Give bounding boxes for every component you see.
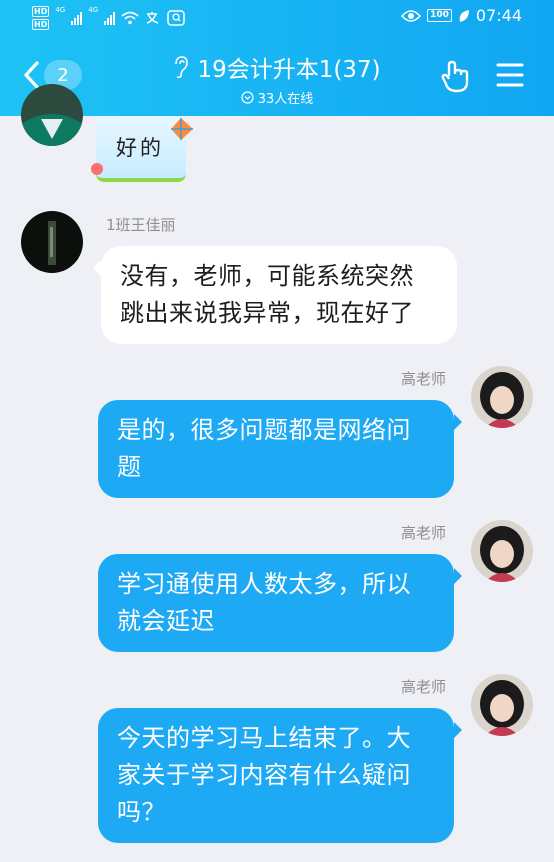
avatar-image [21, 211, 83, 273]
signal-label-2: 4G [88, 6, 99, 14]
message-line: 家关于学习内容有什么疑问 [117, 761, 411, 789]
status-bar: HD HD 4G 4G 100 07:44 [0, 0, 554, 36]
qq-notification-icon [167, 10, 185, 26]
avatar-gao-laoshi[interactable] [471, 520, 533, 582]
eye-icon [401, 9, 422, 22]
online-count: 33人在线 [257, 92, 314, 107]
hd-stack: HD HD [32, 6, 50, 30]
flower-icon [91, 163, 103, 175]
sticker-text: 好的 [116, 136, 164, 160]
chat-title-row: 19会计升本1(37) [173, 50, 381, 84]
message-bubble-incoming[interactable]: 没有，老师，可能系统突然 跳出来说我异常，现在好了 [93, 246, 457, 344]
message-line: 跳出来说我异常，现在好了 [120, 299, 414, 327]
chevron-down-circle-icon [241, 91, 254, 104]
hd-badge: HD [32, 6, 50, 17]
avatar-sticker-sender[interactable] [21, 84, 83, 146]
ear-icon [175, 56, 189, 79]
message-line: 是的，很多问题都是网络问 [117, 416, 411, 444]
hand-gesture-icon[interactable] [440, 60, 474, 94]
sender-name: 高老师 [400, 370, 446, 388]
message-line: 题 [117, 453, 142, 481]
avatar-1ban-wangjiali[interactable] [21, 211, 83, 273]
battery-icon: 100 [427, 9, 452, 22]
leaf-icon [459, 9, 469, 22]
avatar-image [471, 366, 533, 428]
signal-icon [71, 11, 83, 25]
wifi-icon [121, 11, 139, 25]
message-line: 吗？ [117, 798, 166, 826]
message-bubble-outgoing[interactable]: 是的，很多问题都是网络问 题 [98, 400, 462, 498]
status-left: HD HD 4G 4G [32, 6, 185, 30]
chat-header: HD HD 4G 4G 100 07:44 2 19会计升本1(37) 33人在… [0, 0, 554, 116]
menu-icon[interactable] [496, 62, 524, 88]
avatar-image [21, 84, 83, 146]
avatar-image [471, 520, 533, 582]
sticker-message[interactable]: 好的 [91, 116, 193, 182]
sender-name: 高老师 [400, 678, 446, 696]
message-bubble-outgoing[interactable]: 学习通使用人数太多，所以 就会延迟 [98, 554, 462, 652]
avatar-gao-laoshi[interactable] [471, 366, 533, 428]
message-bubble-outgoing[interactable]: 今天的学习马上结束了。大 家关于学习内容有什么疑问 吗？ [98, 708, 462, 843]
message-line: 就会延迟 [117, 607, 215, 635]
message-line: 今天的学习马上结束了。大 [117, 724, 411, 752]
signal-label: 4G [55, 6, 66, 14]
hd-badge-2: HD [32, 19, 50, 30]
online-status: 33人在线 [241, 88, 314, 107]
avatar-gao-laoshi[interactable] [471, 674, 533, 736]
sender-name: 高老师 [400, 524, 446, 542]
kite-icon [171, 118, 193, 140]
sender-name: 1班王佳丽 [106, 216, 176, 234]
avatar-image [471, 674, 533, 736]
status-right: 100 07:44 [401, 6, 522, 25]
chat-title: 19会计升本1(37) [197, 57, 381, 83]
message-line: 没有，老师，可能系统突然 [120, 262, 414, 290]
signal-icon-2 [104, 11, 116, 25]
message-line: 学习通使用人数太多，所以 [117, 570, 411, 598]
status-time: 07:44 [475, 6, 522, 25]
translate-icon [146, 12, 159, 24]
